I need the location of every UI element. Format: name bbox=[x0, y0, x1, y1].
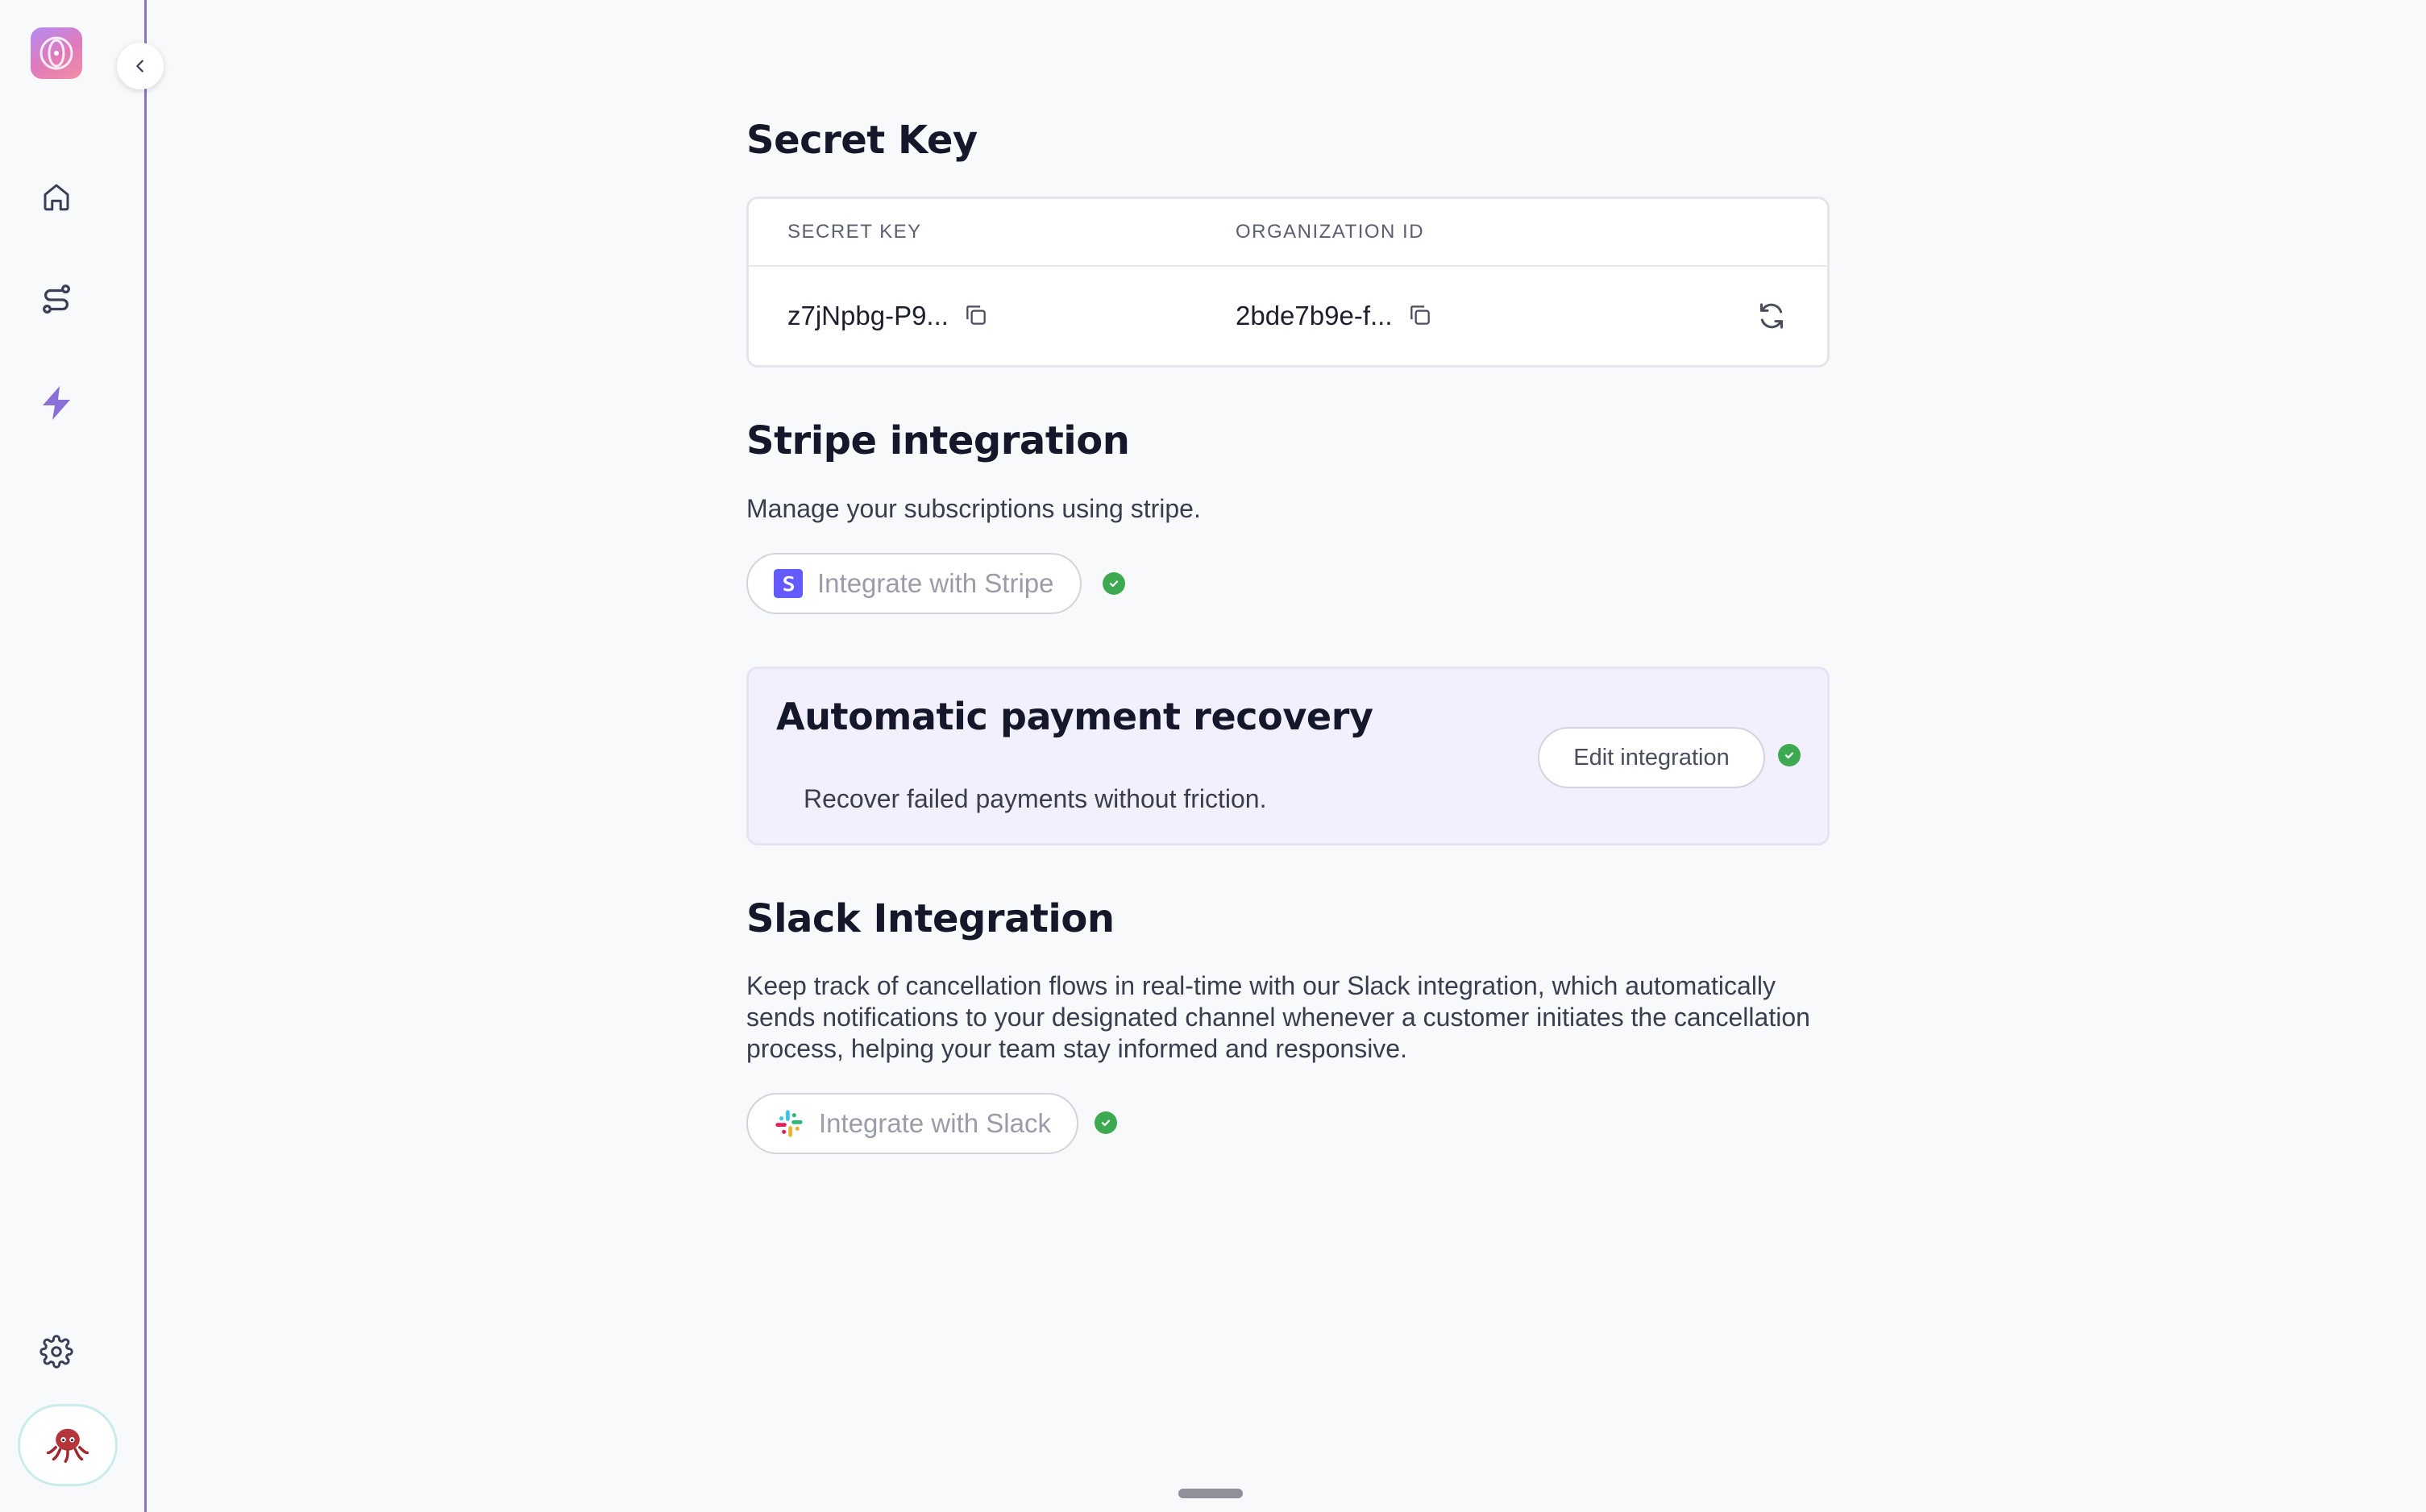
slack-integration-heading: Slack Integration bbox=[746, 896, 1115, 941]
stripe-integration-description: Manage your subscriptions using stripe. bbox=[746, 494, 1201, 523]
secret-key-cell: z7jNpbg-P9... bbox=[787, 301, 991, 331]
copy-secret-key-icon[interactable] bbox=[963, 302, 991, 330]
integrate-with-stripe-label: Integrate with Stripe bbox=[817, 568, 1054, 598]
organization-id-value[interactable]: 2bde7b9e-f... bbox=[1236, 301, 1393, 331]
integrate-with-stripe-button[interactable]: Integrate with Stripe bbox=[746, 553, 1082, 614]
secret-key-column-header: SECRET KEY bbox=[787, 221, 922, 243]
app-logo-icon[interactable] bbox=[31, 27, 82, 79]
avatar[interactable] bbox=[18, 1404, 118, 1486]
organization-id-column-header: ORGANIZATION ID bbox=[1236, 221, 1425, 243]
octopus-avatar-icon bbox=[46, 1428, 89, 1464]
integrate-with-slack-button[interactable]: Integrate with Slack bbox=[746, 1093, 1078, 1154]
automatic-payment-recovery-card: Automatic payment recovery Recover faile… bbox=[746, 667, 1830, 845]
lightning-bolt-icon[interactable] bbox=[32, 379, 81, 427]
secret-key-table: SECRET KEY ORGANIZATION ID z7jNpbg-P9...… bbox=[746, 197, 1830, 368]
secret-key-row: z7jNpbg-P9... 2bde7b9e-f... bbox=[749, 267, 1827, 365]
secret-key-heading: Secret Key bbox=[746, 118, 978, 163]
slack-icon bbox=[775, 1110, 803, 1137]
edit-integration-button[interactable]: Edit integration bbox=[1538, 727, 1765, 788]
recovery-connected-check-icon bbox=[1778, 744, 1801, 766]
collapse-sidebar-button[interactable] bbox=[117, 43, 164, 89]
automatic-payment-recovery-description: Recover failed payments without friction… bbox=[804, 784, 1267, 813]
route-icon[interactable] bbox=[32, 276, 81, 324]
stripe-integration-heading: Stripe integration bbox=[746, 418, 1130, 463]
slack-integration-description: Keep track of cancellation flows in real… bbox=[746, 971, 1810, 1063]
secret-key-value[interactable]: z7jNpbg-P9... bbox=[787, 301, 949, 331]
scroll-handle[interactable] bbox=[1178, 1489, 1243, 1498]
regenerate-key-icon[interactable] bbox=[1753, 297, 1790, 334]
organization-id-cell: 2bde7b9e-f... bbox=[1236, 301, 1435, 331]
copy-organization-id-icon[interactable] bbox=[1407, 302, 1435, 330]
slack-connected-check-icon bbox=[1095, 1111, 1117, 1134]
stripe-connected-check-icon bbox=[1103, 572, 1125, 595]
automatic-payment-recovery-title: Automatic payment recovery bbox=[776, 695, 1373, 738]
chevron-left-icon bbox=[136, 60, 143, 73]
secret-key-table-header: SECRET KEY ORGANIZATION ID bbox=[749, 199, 1827, 267]
integrate-with-slack-label: Integrate with Slack bbox=[819, 1108, 1051, 1138]
gear-icon[interactable] bbox=[32, 1327, 81, 1376]
stripe-icon bbox=[774, 569, 803, 598]
home-icon[interactable] bbox=[32, 172, 81, 221]
sidebar bbox=[0, 0, 147, 1512]
